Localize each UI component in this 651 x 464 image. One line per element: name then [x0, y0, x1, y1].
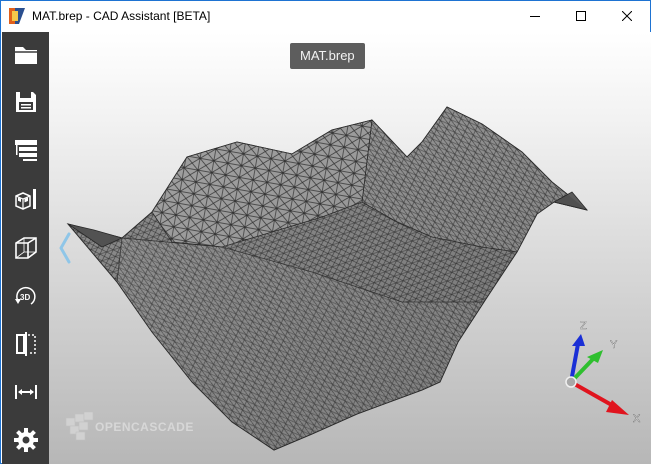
z-axis-label: Z [580, 320, 587, 332]
title-bar[interactable]: MAT.brep - CAD Assistant [BETA] [1, 1, 650, 31]
clipping-plane-button[interactable] [8, 326, 44, 362]
display-mode-button[interactable] [8, 181, 44, 217]
maximize-button[interactable] [558, 1, 604, 31]
maximize-icon [576, 11, 586, 21]
expand-panel-chevron-icon[interactable] [58, 232, 72, 264]
rotate-3d-icon: 3D [15, 286, 36, 305]
save-icon [16, 92, 36, 112]
close-button[interactable] [604, 1, 650, 31]
shaded-view-icon [15, 189, 36, 210]
model-tree-icon [15, 140, 37, 161]
tool-sidebar: 3D [2, 32, 49, 464]
minimize-icon [530, 16, 540, 17]
3d-viewport[interactable]: OPENCASCADE Z Y X MAT.brep 3D [2, 32, 651, 464]
rotate-3d-button[interactable]: 3D [8, 278, 44, 314]
window-controls [512, 1, 650, 31]
model-tree-button[interactable] [8, 132, 44, 168]
window-title: MAT.brep - CAD Assistant [BETA] [32, 9, 211, 23]
wireframe-cube-icon [15, 237, 37, 259]
cad-assistant-logo-icon [9, 8, 25, 24]
minimize-button[interactable] [512, 1, 558, 31]
y-axis-label: Y [610, 339, 618, 351]
section-clip-icon [16, 332, 36, 356]
open-file-button[interactable] [8, 37, 44, 73]
measure-icon [15, 385, 37, 399]
settings-gear-icon [14, 428, 38, 452]
settings-button[interactable] [8, 422, 44, 458]
svg-text:3D: 3D [20, 293, 30, 302]
x-axis [570, 380, 629, 415]
wireframe-view-button[interactable] [8, 230, 44, 266]
axis-triad: Z Y X [565, 320, 641, 425]
folder-icon [15, 47, 37, 64]
close-icon [622, 11, 632, 21]
document-name-label: MAT.brep [290, 43, 365, 69]
app-window: MAT.brep - CAD Assistant [BETA] OPENCASC… [0, 0, 651, 464]
measure-button[interactable] [8, 374, 44, 410]
x-axis-label: X [633, 413, 641, 425]
save-button[interactable] [8, 84, 44, 120]
